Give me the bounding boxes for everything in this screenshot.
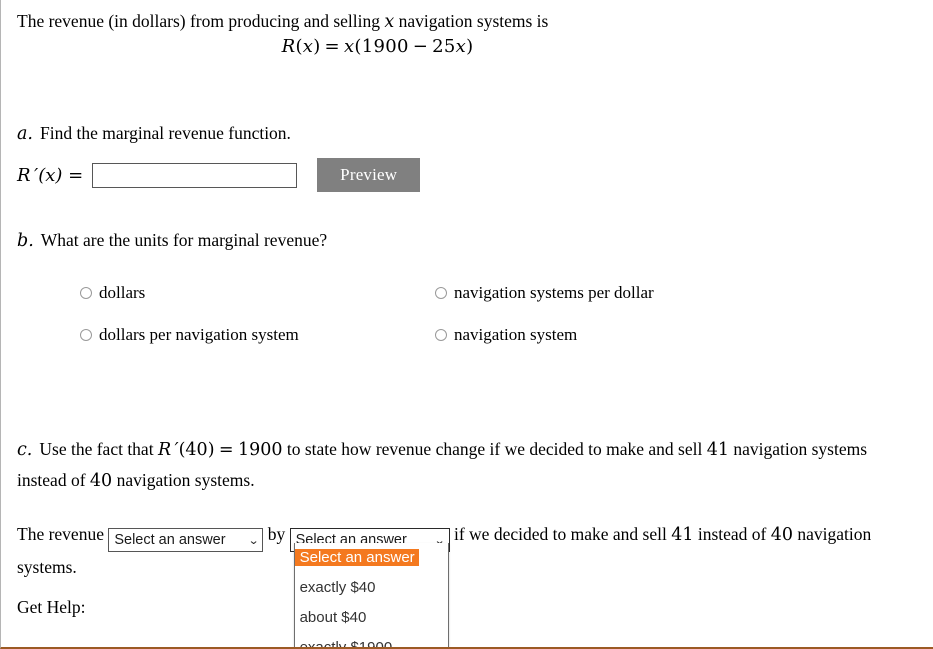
part-a-letter: a.: [17, 124, 33, 144]
part-c-text-end: navigation systems.: [116, 470, 255, 490]
part-c-new-quantity: 41: [706, 440, 729, 460]
part-c-old-quantity: 40: [89, 471, 113, 491]
radio-input-dollars-per-nav[interactable]: [80, 329, 92, 341]
marginal-revenue-input[interactable]: [92, 162, 298, 188]
marginal-revenue-function: R ′: [17, 164, 39, 186]
part-c-letter: c.: [17, 440, 33, 460]
preview-button[interactable]: Preview: [317, 158, 421, 192]
direction-select[interactable]: Select an answer ⌄: [108, 528, 264, 552]
radio-option-dollars-per-nav[interactable]: dollars per navigation system: [80, 325, 435, 345]
dropdown-option-exactly-1900[interactable]: exactly $1900: [295, 639, 397, 647]
amount-select-wrapper: Select an answer ⌄ Select an answer exac…: [289, 519, 450, 647]
radio-option-nav-system[interactable]: navigation system: [435, 325, 577, 345]
radio-option-nav-per-dollar[interactable]: navigation systems per dollar: [435, 283, 654, 303]
sentence-new-quantity: 41: [671, 525, 694, 545]
formula-lhs-open-paren: (: [295, 36, 303, 57]
dropdown-option-about-40[interactable]: about $40: [295, 609, 371, 626]
marginal-revenue-argument: (x) =: [38, 164, 84, 186]
chevron-down-icon: ⌄: [247, 533, 260, 547]
sentence-old-quantity: 40: [770, 525, 794, 545]
formula-rhs-variable: x: [343, 36, 355, 57]
units-option-row-1: dollars navigation systems per dollar: [80, 283, 880, 325]
sentence-tail-mid: instead of: [697, 524, 767, 544]
problem-page: The revenue (in dollars) from producing …: [0, 0, 933, 649]
formula-lhs-variable: x: [302, 36, 314, 57]
problem-statement-pre: The revenue (in dollars) from producing …: [17, 11, 381, 31]
units-option-row-2: dollars per navigation system navigation…: [80, 325, 880, 367]
radio-label-dollars-per-nav: dollars per navigation system: [99, 325, 299, 344]
radio-option-dollars[interactable]: dollars: [80, 283, 435, 303]
sentence-connector: by: [267, 524, 286, 544]
part-c-fact-function: R ′: [157, 440, 179, 460]
radio-input-nav-system[interactable]: [435, 329, 447, 341]
problem-statement-post: navigation systems is: [398, 11, 549, 31]
get-help-label: Get Help:: [17, 597, 86, 617]
direction-select-value: Select an answer: [114, 532, 226, 548]
direction-select-wrapper: Select an answer ⌄: [108, 519, 264, 552]
formula-rhs-minus: −: [412, 36, 429, 57]
part-b-question: b. What are the units for marginal revenu…: [17, 230, 327, 251]
formula-rhs-close-paren: ): [466, 36, 474, 57]
part-c-fact-equals: =: [218, 440, 234, 460]
part-b-question-text: What are the units for marginal revenue?: [40, 230, 328, 250]
problem-statement-variable: x: [384, 12, 395, 32]
part-c-fact-argument: (40): [178, 440, 215, 460]
part-a-question: a. Find the marginal revenue function.: [17, 123, 291, 144]
part-c-fact-value: 1900: [237, 440, 283, 460]
part-c-text-post: to state how revenue change if we decide…: [286, 439, 703, 459]
formula-lhs-close-paren: ): [313, 36, 321, 57]
formula-rhs-term-variable: x: [455, 36, 467, 57]
revenue-formula: R(x) = x(1900−25x): [1, 36, 933, 57]
formula-rhs-coefficient: 25: [432, 36, 456, 57]
answer-sentence: The revenue Select an answer ⌄ by Select…: [17, 519, 917, 647]
formula-equals: =: [324, 36, 340, 57]
sentence-tail-pre: if we decided to make and sell: [453, 524, 667, 544]
formula-function-name: R: [281, 36, 296, 57]
dropdown-option-exactly-40[interactable]: exactly $40: [295, 579, 380, 596]
radio-label-dollars: dollars: [99, 283, 146, 302]
formula-rhs-constant: 1900: [361, 36, 409, 57]
units-radio-group: dollars navigation systems per dollar do…: [80, 283, 880, 367]
marginal-revenue-label: R ′(x) =: [17, 165, 83, 186]
part-c-text-pre: Use the fact that: [39, 439, 154, 459]
radio-label-nav-system: navigation system: [454, 325, 578, 344]
part-b-letter: b.: [17, 231, 34, 251]
sentence-lead: The revenue: [17, 524, 104, 544]
formula-rhs-open-paren: (: [354, 36, 362, 57]
dropdown-option-placeholder[interactable]: Select an answer: [294, 549, 419, 566]
part-a-question-text: Find the marginal revenue function.: [40, 123, 291, 143]
part-c-question: c. Use the fact that R ′(40) = 1900 to st…: [17, 434, 917, 496]
problem-statement: The revenue (in dollars) from producing …: [17, 9, 548, 34]
amount-select-dropdown[interactable]: Select an answer exactly $40 about $40 e…: [293, 543, 449, 647]
radio-input-dollars[interactable]: [80, 287, 92, 299]
radio-label-nav-per-dollar: navigation systems per dollar: [454, 283, 654, 302]
part-a-answer-row: R ′(x) = Preview: [17, 158, 421, 192]
radio-input-nav-per-dollar[interactable]: [435, 287, 447, 299]
